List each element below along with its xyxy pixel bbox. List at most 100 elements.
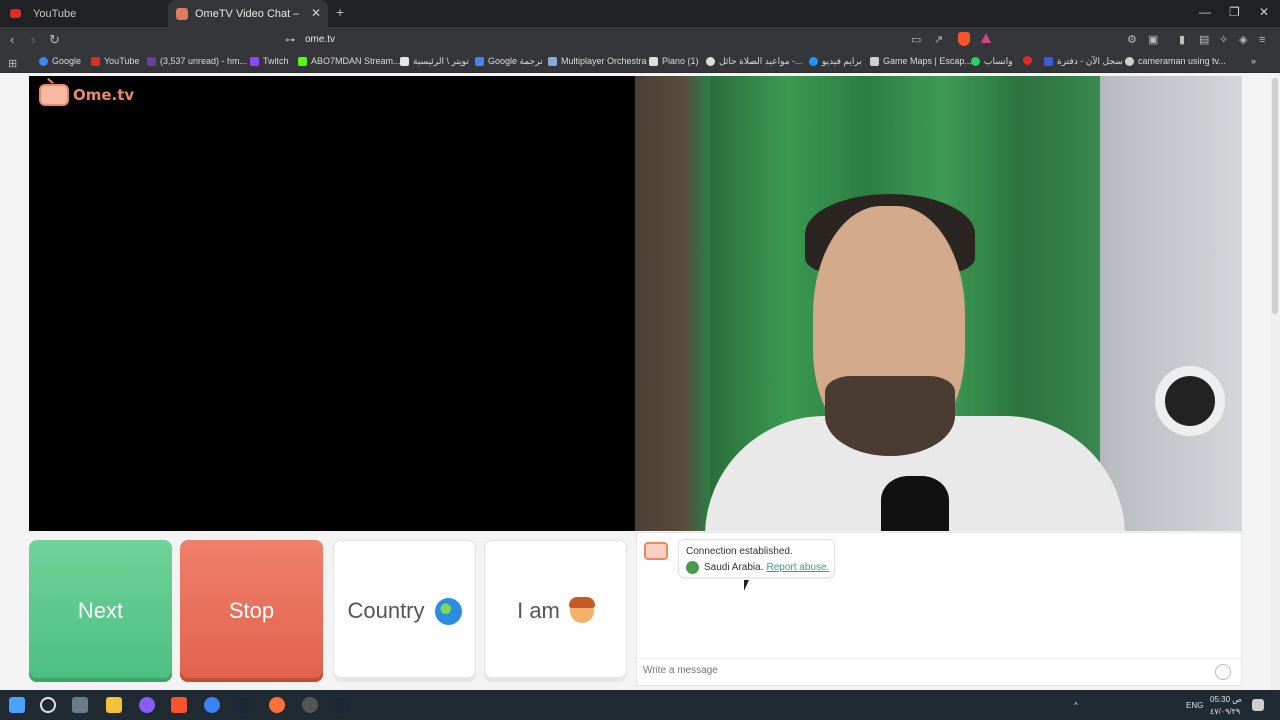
piano-icon [649, 56, 658, 66]
new-tab-icon[interactable]: + [336, 4, 344, 20]
apps-icon[interactable]: ⊞ [8, 56, 17, 72]
bookmark-item[interactable]: ABO7MDAN Stream... [298, 56, 401, 66]
stop-button[interactable]: Stop [180, 540, 323, 682]
bookmark-label: YouTube [104, 56, 140, 66]
tab-search-icon[interactable]: ▣ [1148, 32, 1158, 48]
windows-taskbar: ^ ENG 05:30 ص ٤٧/٠٩/٢٩ [0, 690, 1280, 720]
bookmark-label: Piano (1) [662, 56, 699, 66]
bookmark-item[interactable]: cameraman using tv... [1125, 56, 1226, 66]
extensions-icon[interactable]: ⚙ [1127, 32, 1137, 48]
browser-toolbar: ‹ › ↻ ⌑ ⊶ ome.tv ▭ ↗ ⚙ ▣ ▮ ▤ ✧ ◈ ≡ [0, 27, 1280, 54]
bookmark-item[interactable]: Google ترجمة [475, 56, 543, 67]
ometv-icon [176, 7, 188, 20]
address-bar[interactable]: ⊶ ome.tv [254, 30, 998, 51]
cast-icon[interactable]: ▭ [911, 32, 921, 48]
brave-rewards-icon[interactable] [981, 33, 991, 43]
ometv-logo[interactable]: Ome.tv [39, 84, 134, 106]
more-bookmarks-icon[interactable]: » [1251, 56, 1256, 66]
language-indicator[interactable]: ENG [1186, 701, 1203, 710]
back-icon[interactable]: ‹ [10, 32, 14, 48]
app-icon[interactable] [139, 697, 155, 713]
tab-strip: YouTube OmeTV Video Chat — Omegle ✕ + — … [0, 0, 1280, 27]
globe-icon [706, 57, 715, 66]
brave-icon[interactable] [171, 697, 187, 713]
firefox-icon[interactable] [269, 697, 285, 713]
globe-icon [1125, 56, 1134, 66]
gamepad-icon [870, 56, 879, 66]
emoji-icon[interactable] [1215, 664, 1231, 680]
bookmark-item[interactable]: Twitch [250, 56, 289, 66]
notifications-icon[interactable] [1252, 699, 1264, 711]
bookmark-item[interactable]: Multiplayer Orchestra [548, 56, 647, 66]
app-icon[interactable] [302, 697, 318, 713]
menu-icon[interactable]: ≡ [1259, 32, 1265, 48]
bookmark-item[interactable]: سجل الآن - دفترة [1044, 56, 1123, 67]
bookmark-item[interactable]: Piano (1) [649, 56, 699, 66]
system-message: Connection established. Saudi Arabia. Re… [678, 539, 835, 578]
bookmark-label: (3,537 unread) - hm... [160, 56, 248, 66]
search-icon[interactable] [40, 697, 56, 713]
vpn-icon[interactable]: ◈ [1239, 32, 1247, 48]
close-tab-icon[interactable]: ✕ [311, 6, 321, 20]
site-info-icon[interactable]: ⊶ [285, 33, 295, 49]
bookmark-label: مواعيد الصلاة حائل -... [719, 56, 803, 66]
address-text: ome.tv [305, 34, 336, 45]
scroll-thumb[interactable] [1272, 78, 1278, 314]
tab-title: YouTube [33, 7, 77, 20]
stranger-video: Ome.tv [29, 76, 635, 531]
person-beard [825, 376, 955, 456]
translate-icon [475, 57, 484, 66]
leo-icon[interactable]: ✧ [1219, 32, 1228, 48]
bookmark-item[interactable]: تويتر \ الرئيسية [400, 56, 469, 67]
bookmark-label: Google [52, 56, 82, 66]
close-window-icon[interactable]: ✕ [1259, 5, 1269, 19]
bookmark-item[interactable]: مواعيد الصلاة حائل -... [706, 56, 803, 67]
file-explorer-icon[interactable] [106, 697, 122, 713]
report-abuse-link[interactable]: Report abuse. [767, 562, 830, 573]
tray-chevron-icon[interactable]: ^ [1074, 701, 1078, 710]
message-input[interactable] [643, 665, 1203, 676]
steam-icon[interactable] [334, 697, 350, 713]
microphone [881, 476, 949, 531]
bookmark-item[interactable] [1023, 56, 1036, 65]
bookmark-label: cameraman using tv... [1138, 56, 1226, 66]
tab-youtube[interactable]: YouTube [0, 0, 165, 27]
steam-icon[interactable] [236, 697, 252, 713]
bookmark-label: واتساب [984, 56, 1013, 66]
bookmark-item[interactable]: واتساب [971, 56, 1013, 67]
country-name: Saudi Arabia. [704, 562, 764, 573]
country-button[interactable]: Country [333, 540, 476, 682]
bookmark-item[interactable]: Game Maps | Escap... [870, 56, 972, 66]
restore-icon[interactable]: ❐ [1229, 5, 1240, 19]
daftra-icon [1044, 57, 1053, 66]
google-icon [39, 56, 48, 66]
brave-shields-icon[interactable] [958, 32, 970, 46]
globe-icon [434, 597, 462, 625]
bookmark-item[interactable]: YouTube [91, 56, 139, 66]
reload-icon[interactable]: ↻ [49, 32, 60, 48]
vr-headset [1155, 366, 1225, 436]
prime-video-icon [809, 57, 818, 66]
share-icon[interactable]: ↗ [934, 32, 943, 48]
bookmark-label: Google ترجمة [488, 56, 543, 66]
next-label: Next [77, 598, 124, 623]
app-icon[interactable] [204, 697, 220, 713]
forward-icon[interactable]: › [31, 32, 35, 48]
youtube-icon [10, 9, 21, 18]
task-view-icon[interactable] [72, 697, 88, 713]
start-icon[interactable] [9, 697, 25, 713]
next-button[interactable]: Next [29, 540, 172, 682]
clock-time[interactable]: 05:30 ص [1210, 695, 1242, 704]
bookmark-item[interactable]: (3,537 unread) - hm... [147, 56, 247, 66]
clock-date[interactable]: ٤٧/٠٩/٢٩ [1210, 707, 1240, 716]
connection-status: Connection established. [686, 546, 793, 557]
minimize-icon[interactable]: — [1199, 5, 1211, 19]
country-line: Saudi Arabia. Report abuse. [686, 561, 829, 574]
sidebar-icon[interactable]: ▮ [1179, 32, 1185, 48]
tab-ometv[interactable]: OmeTV Video Chat — Omegle ✕ [168, 0, 328, 27]
page-scrollbar[interactable] [1270, 74, 1280, 690]
bookmark-item[interactable]: برايم فيديو [809, 56, 862, 67]
gender-button[interactable]: I am [484, 540, 627, 682]
bookmark-item[interactable]: Google [39, 56, 81, 66]
wallet-icon[interactable]: ▤ [1199, 32, 1209, 48]
